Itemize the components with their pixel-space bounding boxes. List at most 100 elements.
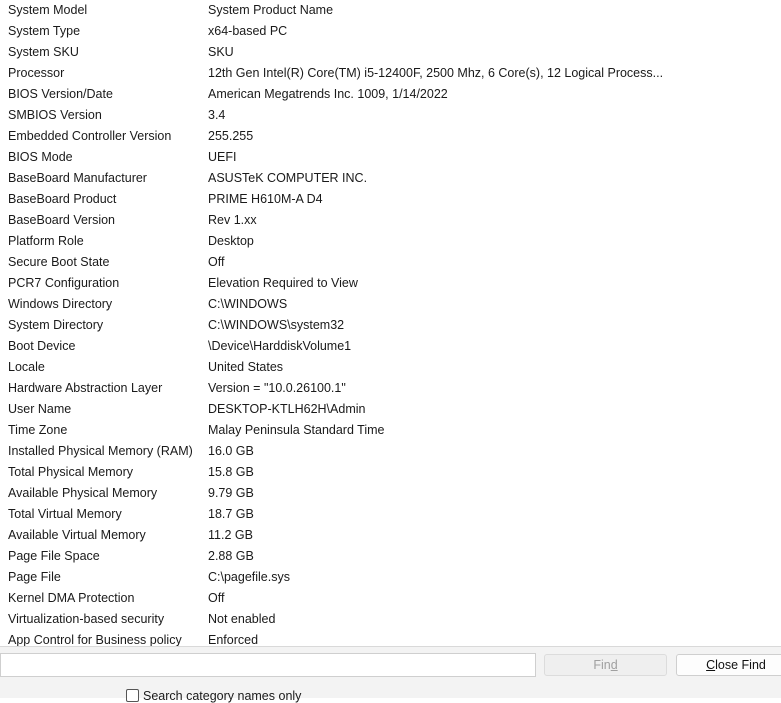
item-cell: Windows Directory xyxy=(8,297,113,311)
value-cell: System Product Name xyxy=(208,3,334,17)
table-row[interactable]: BIOS Mode UEFI xyxy=(0,147,781,168)
item-cell: System SKU xyxy=(8,45,79,59)
search-category-option[interactable]: Search category names only xyxy=(126,689,301,703)
value-cell: Off xyxy=(208,591,225,605)
table-row[interactable]: Windows Directory C:\WINDOWS xyxy=(0,294,781,315)
value-cell: ASUSTeK COMPUTER INC. xyxy=(208,171,368,185)
item-cell: Processor xyxy=(8,66,65,80)
table-row[interactable]: Secure Boot State Off xyxy=(0,252,781,273)
item-cell: Page File Space xyxy=(8,549,100,563)
table-row[interactable]: Page File Space 2.88 GB xyxy=(0,546,781,567)
find-what-input[interactable] xyxy=(0,653,536,677)
item-cell: System Model xyxy=(8,3,88,17)
value-cell: 2.88 GB xyxy=(208,549,254,563)
item-cell: Hardware Abstraction Layer xyxy=(8,381,163,395)
item-cell: Available Physical Memory xyxy=(8,486,158,500)
value-cell: Enforced xyxy=(208,633,259,646)
item-cell: BaseBoard Manufacturer xyxy=(8,171,147,185)
value-cell: Elevation Required to View xyxy=(208,276,358,290)
item-cell: BIOS Version/Date xyxy=(8,87,113,101)
item-cell: Total Virtual Memory xyxy=(8,507,122,521)
item-cell: Installed Physical Memory (RAM) xyxy=(8,444,193,458)
table-row[interactable]: Installed Physical Memory (RAM) 16.0 GB xyxy=(0,441,781,462)
item-cell: SMBIOS Version xyxy=(8,108,102,122)
system-summary-list[interactable]: System Model System Product Name System Ty… xyxy=(0,0,781,646)
value-cell: DESKTOP-KTLH62H\Admin xyxy=(208,402,366,416)
close-find-button[interactable]: Close Find xyxy=(676,654,781,676)
item-cell: Secure Boot State xyxy=(8,255,110,269)
value-cell: 12th Gen Intel(R) Core(TM) i5-12400F, 25… xyxy=(208,66,664,80)
item-cell: Platform Role xyxy=(8,234,84,248)
table-row[interactable]: BIOS Version/Date American Megatrends Inc… xyxy=(0,84,781,105)
table-row[interactable]: SMBIOS Version 3.4 xyxy=(0,105,781,126)
table-row[interactable]: Available Physical Memory 9.79 GB xyxy=(0,483,781,504)
item-cell: System Type xyxy=(8,24,81,38)
item-cell: Kernel DMA Protection xyxy=(8,591,135,605)
value-cell: Off xyxy=(208,255,225,269)
value-cell: 9.79 GB xyxy=(208,486,254,500)
value-cell: C:\WINDOWS\system32 xyxy=(208,318,345,332)
item-cell: Time Zone xyxy=(8,423,68,437)
table-row[interactable]: Total Physical Memory 15.8 GB xyxy=(0,462,781,483)
table-row[interactable]: BaseBoard Manufacturer ASUSTeK COMPUTER I… xyxy=(0,168,781,189)
value-cell: SKU xyxy=(208,45,234,59)
value-cell: Not enabled xyxy=(208,612,276,626)
table-row[interactable]: Page File C:\pagefile.sys xyxy=(0,567,781,588)
table-row[interactable]: System Type x64-based PC xyxy=(0,21,781,42)
value-cell: C:\WINDOWS xyxy=(208,297,288,311)
search-category-checkbox[interactable] xyxy=(126,689,139,702)
item-cell: Embedded Controller Version xyxy=(8,129,172,143)
table-row[interactable]: Platform Role Desktop xyxy=(0,231,781,252)
table-row[interactable]: BaseBoard Product PRIME H610M-A D4 xyxy=(0,189,781,210)
table-row[interactable]: System SKU SKU xyxy=(0,42,781,63)
item-cell: App Control for Business policy xyxy=(8,633,182,646)
item-cell: Available Virtual Memory xyxy=(8,528,146,542)
search-category-label: Search category names only xyxy=(143,689,302,703)
item-cell: BaseBoard Version xyxy=(8,213,116,227)
item-cell: Virtualization-based security xyxy=(8,612,165,626)
value-cell: 15.8 GB xyxy=(208,465,254,479)
item-cell: User Name xyxy=(8,402,72,416)
table-row[interactable]: System Directory C:\WINDOWS\system32 xyxy=(0,315,781,336)
table-row[interactable]: System Model System Product Name xyxy=(0,0,781,21)
value-cell: C:\pagefile.sys xyxy=(208,570,290,584)
table-row[interactable]: User Name DESKTOP-KTLH62H\Admin xyxy=(0,399,781,420)
table-row[interactable]: Locale United States xyxy=(0,357,781,378)
find-button[interactable]: Find xyxy=(544,654,667,676)
item-cell: Page File xyxy=(8,570,61,584)
value-cell: PRIME H610M-A D4 xyxy=(208,192,323,206)
table-row[interactable]: Boot Device \Device\HarddiskVolume1 xyxy=(0,336,781,357)
table-row[interactable]: Virtualization-based security Not enabled xyxy=(0,609,781,630)
table-row[interactable]: Time Zone Malay Peninsula Standard Time xyxy=(0,420,781,441)
find-bar: Find Close Find Search category names on… xyxy=(0,646,781,703)
table-row[interactable]: PCR7 Configuration Elevation Required to … xyxy=(0,273,781,294)
value-cell: \Device\HarddiskVolume1 xyxy=(208,339,352,353)
item-cell: Boot Device xyxy=(8,339,76,353)
value-cell: Rev 1.xx xyxy=(208,213,257,227)
value-cell: 16.0 GB xyxy=(208,444,254,458)
item-cell: BaseBoard Product xyxy=(8,192,117,206)
table-row[interactable]: Hardware Abstraction Layer Version = "10.… xyxy=(0,378,781,399)
value-cell: United States xyxy=(208,360,284,374)
item-cell: Locale xyxy=(8,360,45,374)
value-cell: x64-based PC xyxy=(208,24,288,38)
table-row[interactable]: Available Virtual Memory 11.2 GB xyxy=(0,525,781,546)
table-row[interactable]: App Control for Business policy Enforced xyxy=(0,630,781,646)
value-cell: 11.2 GB xyxy=(208,528,253,542)
table-row[interactable]: BaseBoard Version Rev 1.xx xyxy=(0,210,781,231)
value-cell: UEFI xyxy=(208,150,237,164)
value-cell: Malay Peninsula Standard Time xyxy=(208,423,385,437)
value-cell: Desktop xyxy=(208,234,254,248)
value-cell: 255.255 xyxy=(208,129,254,143)
item-cell: Total Physical Memory xyxy=(8,465,134,479)
table-row[interactable]: Kernel DMA Protection Off xyxy=(0,588,781,609)
value-cell: 18.7 GB xyxy=(208,507,254,521)
table-row[interactable]: Embedded Controller Version 255.255 xyxy=(0,126,781,147)
table-row[interactable]: Total Virtual Memory 18.7 GB xyxy=(0,504,781,525)
value-cell: American Megatrends Inc. 1009, 1/14/2022 xyxy=(208,87,448,101)
item-cell: System Directory xyxy=(8,318,104,332)
value-cell: 3.4 xyxy=(208,108,226,122)
close-find-button-label: Close Find xyxy=(706,658,766,672)
table-row[interactable]: Processor 12th Gen Intel(R) Core(TM) i5-1… xyxy=(0,63,781,84)
find-button-label: Find xyxy=(593,658,618,672)
